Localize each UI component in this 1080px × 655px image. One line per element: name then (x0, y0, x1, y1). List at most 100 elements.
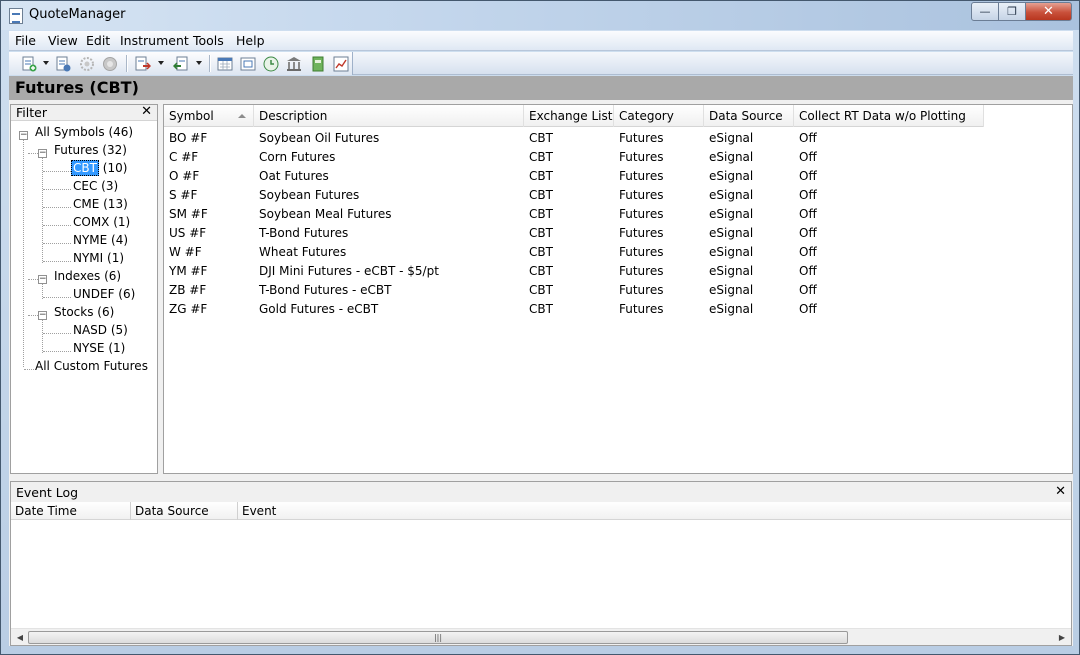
symbols-grid: Symbol Description Exchange List... Cate… (163, 104, 1073, 474)
table-row[interactable]: YM #F DJI Mini Futures - eCBT - $5/pt CBT F… (164, 262, 984, 281)
table-row[interactable]: ZG #F Gold Futures - eCBT CBT Futures eSigna… (164, 300, 984, 319)
cell-data-source: eSignal (709, 264, 754, 278)
tree-item-futures[interactable]: Futures (32) (54, 143, 127, 157)
cell-category: Futures (619, 302, 664, 316)
cell-collect-rt: Off (799, 264, 817, 278)
table-row[interactable]: O #F Oat Futures CBT Futures eSignal Off (164, 167, 984, 186)
export-dropdown-icon[interactable] (158, 61, 164, 65)
menu-file[interactable]: File (15, 33, 36, 48)
add-symbol-dropdown-icon[interactable] (43, 61, 49, 65)
tree-item-all-symbols[interactable]: All Symbols (46) (35, 125, 133, 139)
menu-view[interactable]: View (48, 33, 78, 48)
tree-item-cbt[interactable]: CBT (10) (71, 160, 127, 176)
tree-toggle-stocks[interactable]: − (38, 311, 47, 320)
column-header-symbol[interactable]: Symbol (164, 105, 254, 127)
cell-description: Oat Futures (259, 169, 329, 183)
tree-item-cec[interactable]: CEC (3) (73, 179, 118, 193)
cell-description: Corn Futures (259, 150, 336, 164)
column-header-date-time[interactable]: Date Time (11, 502, 131, 520)
cell-exchange: CBT (529, 207, 553, 221)
cell-category: Futures (619, 226, 664, 240)
tree-item-comx[interactable]: COMX (1) (73, 215, 130, 229)
event-log-panel: Event Log ✕ Date Time Data Source Event … (10, 481, 1072, 646)
cell-symbol: BO #F (169, 131, 208, 145)
cell-data-source: eSignal (709, 150, 754, 164)
cell-data-source: eSignal (709, 169, 754, 183)
edit-symbol-icon[interactable] (55, 56, 71, 72)
column-header-data-source[interactable]: Data Source (704, 105, 794, 127)
export-icon[interactable] (135, 56, 151, 72)
horizontal-scrollbar[interactable]: ◀ ||| ▶ (11, 628, 1071, 645)
scroll-right-icon[interactable]: ▶ (1055, 631, 1069, 644)
add-symbol-icon[interactable] (21, 56, 37, 72)
menu-bar: File View Edit Instrument Tools Help (9, 31, 1073, 51)
tree-item-nymi[interactable]: NYMI (1) (73, 251, 124, 265)
disconnect-icon[interactable] (102, 56, 118, 72)
close-button[interactable]: ✕ (1025, 2, 1072, 21)
cell-description: Soybean Meal Futures (259, 207, 392, 221)
cell-symbol: US #F (169, 226, 207, 240)
cell-collect-rt: Off (799, 188, 817, 202)
tree-item-indexes[interactable]: Indexes (6) (54, 269, 121, 283)
tree-item-all-custom-futures[interactable]: All Custom Futures (35, 359, 148, 373)
cell-data-source: eSignal (709, 207, 754, 221)
column-header-event-data-source[interactable]: Data Source (131, 502, 238, 520)
import-icon[interactable] (173, 56, 189, 72)
cell-symbol: SM #F (169, 207, 208, 221)
table-row[interactable]: BO #F Soybean Oil Futures CBT Futures eSigna… (164, 129, 984, 148)
event-log-close-icon[interactable]: ✕ (1055, 484, 1066, 499)
menu-tools[interactable]: Tools (193, 33, 224, 48)
tree-item-nasd[interactable]: NASD (5) (73, 323, 128, 337)
minimize-button[interactable]: — (971, 2, 999, 21)
cell-collect-rt: Off (799, 283, 817, 297)
chart-icon[interactable] (333, 56, 349, 72)
column-header-exchange-list[interactable]: Exchange List... (524, 105, 614, 127)
cell-description: Soybean Oil Futures (259, 131, 380, 145)
table-row[interactable]: S #F Soybean Futures CBT Futures eSignal Off (164, 186, 984, 205)
cell-exchange: CBT (529, 264, 553, 278)
cell-description: Soybean Futures (259, 188, 360, 202)
settings-icon[interactable] (79, 56, 95, 72)
tree-item-nyme[interactable]: NYME (4) (73, 233, 128, 247)
cell-description: T-Bond Futures (259, 226, 349, 240)
scroll-left-icon[interactable]: ◀ (13, 631, 27, 644)
table-row[interactable]: C #F Corn Futures CBT Futures eSignal Off (164, 148, 984, 167)
tree-item-undef[interactable]: UNDEF (6) (73, 287, 135, 301)
title-bar[interactable]: QuoteManager — ❐ ✕ (1, 1, 1079, 30)
tree-line (43, 297, 71, 298)
column-header-description[interactable]: Description (254, 105, 524, 127)
tree-toggle-indexes[interactable]: − (38, 275, 47, 284)
tree-item-cbt-label[interactable]: CBT (71, 160, 99, 176)
cell-symbol: W #F (169, 245, 202, 259)
tree-item-nyse[interactable]: NYSE (1) (73, 341, 125, 355)
menu-instrument[interactable]: Instrument (120, 33, 189, 48)
tree-line (43, 261, 71, 262)
table-row[interactable]: US #F T-Bond Futures CBT Futures eSignal Off (164, 224, 984, 243)
table-row[interactable]: SM #F Soybean Meal Futures CBT Futures eSign… (164, 205, 984, 224)
table-row[interactable]: W #F Wheat Futures CBT Futures eSignal Off (164, 243, 984, 262)
exchange-icon[interactable] (286, 56, 302, 72)
filter-close-icon[interactable]: ✕ (141, 104, 152, 119)
column-header-event[interactable]: Event (238, 502, 1071, 520)
menu-help[interactable]: Help (236, 33, 265, 48)
maximize-button[interactable]: ❐ (998, 2, 1026, 21)
calendar-icon[interactable] (217, 56, 233, 72)
scrollbar-thumb[interactable]: ||| (28, 631, 848, 644)
menu-edit[interactable]: Edit (86, 33, 110, 48)
book-icon[interactable] (310, 56, 326, 72)
session-icon[interactable] (240, 56, 256, 72)
tree-toggle-all-symbols[interactable]: − (19, 131, 28, 140)
cell-exchange: CBT (529, 131, 553, 145)
column-header-collect-rt[interactable]: Collect RT Data w/o Plotting (794, 105, 984, 127)
cell-symbol: YM #F (169, 264, 208, 278)
cell-data-source: eSignal (709, 245, 754, 259)
import-dropdown-icon[interactable] (196, 61, 202, 65)
cell-exchange: CBT (529, 188, 553, 202)
column-header-category[interactable]: Category (614, 105, 704, 127)
clock-icon[interactable] (263, 56, 279, 72)
table-row[interactable]: ZB #F T-Bond Futures - eCBT CBT Futures eSig… (164, 281, 984, 300)
tree-toggle-futures[interactable]: − (38, 149, 47, 158)
tree-item-stocks[interactable]: Stocks (6) (54, 305, 114, 319)
cell-description: DJI Mini Futures - eCBT - $5/pt (259, 264, 439, 278)
tree-item-cme[interactable]: CME (13) (73, 197, 128, 211)
